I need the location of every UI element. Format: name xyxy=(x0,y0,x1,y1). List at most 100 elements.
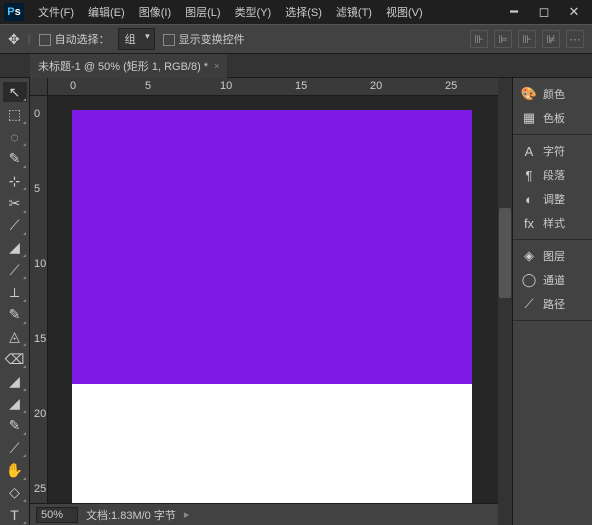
panel-group: A字符 ¶ 段落 ◐调整fx样式 xyxy=(513,135,592,240)
panel-tab[interactable]: A字符 xyxy=(513,139,592,163)
autoselect-checkbox[interactable]: 自动选择： xyxy=(39,31,110,47)
tool-button[interactable]: ⌫ xyxy=(3,349,27,369)
tool-button[interactable]: ⟋ xyxy=(3,438,27,458)
tool-button[interactable]: ✂ xyxy=(3,193,27,213)
panel-icon: ▦ xyxy=(521,111,537,125)
title-bar: Ps 文件(F)编辑(E)图像(I)图层(L)类型(Y)选择(S)滤镜(T)视图… xyxy=(0,0,592,24)
tool-button[interactable]: ◬ xyxy=(3,327,27,347)
menu-item[interactable]: 选择(S) xyxy=(279,1,328,23)
document-tab[interactable]: 未标题-1 @ 50% (矩形 1, RGB/8) * × xyxy=(30,54,227,78)
options-bar: ✥ | 自动选择： 组 显示变换控件 ⊪ ⊫ ⊪ ⊯ ⋯ xyxy=(0,24,592,54)
scrollbar-thumb[interactable] xyxy=(499,208,511,298)
tool-button[interactable]: ⟂ xyxy=(3,282,27,302)
status-chevron-icon[interactable]: ▸ xyxy=(184,508,190,521)
ruler-tick: 10 xyxy=(220,80,232,92)
panel-tab[interactable]: ◯通道 xyxy=(513,268,592,292)
document-canvas[interactable] xyxy=(72,110,472,503)
panel-label: 色板 xyxy=(543,110,565,126)
menu-item[interactable]: 图层(L) xyxy=(179,1,226,23)
canvas-viewport[interactable] xyxy=(48,96,498,503)
align-center-icon[interactable]: ⊫ xyxy=(494,30,512,48)
panel-tab[interactable]: fx样式 xyxy=(513,211,592,235)
ruler-tick: 15 xyxy=(295,80,307,92)
tool-button[interactable]: ◌ xyxy=(3,127,27,147)
panel-icon: 🎨 xyxy=(521,87,537,101)
menu-item[interactable]: 视图(V) xyxy=(380,1,429,23)
app-logo: Ps xyxy=(4,3,24,21)
tool-button[interactable]: ⊹ xyxy=(3,171,27,191)
tool-button[interactable]: ✎ xyxy=(3,416,27,436)
panel-scrollbar[interactable] xyxy=(498,78,512,525)
toolbox: ↖⬚◌✎⊹✂⟋◢⟋⟂✎◬⌫◢◢✎⟋✋◇T xyxy=(0,78,30,525)
ruler-tick: 0 xyxy=(34,108,40,120)
panel-label: 段落 xyxy=(543,167,565,183)
panel-label: 调整 xyxy=(543,191,565,207)
tool-button[interactable]: ◢ xyxy=(3,238,27,258)
rectangle-shape[interactable] xyxy=(72,110,472,384)
menu-item[interactable]: 文件(F) xyxy=(32,1,80,23)
panel-group: 🎨颜色 ▦ 色板 xyxy=(513,78,592,135)
align-buttons: ⊪ ⊫ ⊪ ⊯ ⋯ xyxy=(470,30,584,48)
doc-size-label: 文档:1.83M/0 字节 xyxy=(86,507,176,523)
horizontal-ruler[interactable]: 0 5 10 15 20 25 xyxy=(48,78,498,96)
panel-label: 路径 xyxy=(543,296,565,312)
menu-item[interactable]: 滤镜(T) xyxy=(330,1,378,23)
tool-button[interactable]: T xyxy=(3,505,27,525)
tool-button[interactable]: ⬚ xyxy=(3,104,27,124)
transform-checkbox[interactable]: 显示变换控件 xyxy=(163,31,245,47)
align-right-icon[interactable]: ⊪ xyxy=(518,30,536,48)
panel-group: ◈图层◯通道 ⟋ 路径 xyxy=(513,240,592,321)
tool-button[interactable]: ↖ xyxy=(3,82,27,102)
menu-item[interactable]: 类型(Y) xyxy=(229,1,278,23)
panel-tab[interactable]: ◈图层 xyxy=(513,244,592,268)
panel-label: 样式 xyxy=(543,215,565,231)
ruler-tick: 15 xyxy=(34,333,46,345)
ruler-origin[interactable] xyxy=(30,78,48,96)
distribute-icon[interactable]: ⊯ xyxy=(542,30,560,48)
maximize-button[interactable]: ◻ xyxy=(530,3,558,21)
panels-dock: 🎨颜色 ▦ 色板 A字符 ¶ 段落 ◐调整fx样式 ◈图层◯通道 ⟋ 路径 xyxy=(512,78,592,525)
close-button[interactable]: ✕ xyxy=(560,3,588,21)
divider: | xyxy=(28,33,31,45)
ruler-tick: 10 xyxy=(34,258,46,270)
canvas-area: 0510152025 0510152025 50% 文档:1.83M/0 字节 … xyxy=(30,78,498,525)
tool-button[interactable]: ✎ xyxy=(3,305,27,325)
panel-icon: ⟋ xyxy=(521,297,537,311)
panel-icon: ◯ xyxy=(521,273,537,287)
panel-label: 图层 xyxy=(543,248,565,264)
panel-icon: A xyxy=(521,144,537,158)
tool-button[interactable]: ◇ xyxy=(3,483,27,503)
tab-close-icon[interactable]: × xyxy=(214,61,219,71)
ruler-tick: 25 xyxy=(445,80,457,92)
tool-button[interactable]: ◢ xyxy=(3,371,27,391)
ruler-tick: 0 xyxy=(70,80,76,92)
autoselect-dropdown[interactable]: 组 xyxy=(118,28,155,50)
tool-button[interactable]: ◢ xyxy=(3,394,27,414)
panel-tab[interactable]: 🎨颜色 xyxy=(513,82,592,106)
minimize-button[interactable]: ━ xyxy=(500,3,528,21)
ruler-tick: 20 xyxy=(370,80,382,92)
move-tool-icon: ✥ xyxy=(8,31,20,48)
tool-button[interactable]: ⟋ xyxy=(3,260,27,280)
tool-button[interactable]: ✋ xyxy=(3,460,27,480)
align-left-icon[interactable]: ⊪ xyxy=(470,30,488,48)
panel-tab[interactable]: ▦ 色板 xyxy=(513,106,592,130)
panel-tab[interactable]: ⟋ 路径 xyxy=(513,292,592,316)
tool-button[interactable]: ⟋ xyxy=(3,216,27,236)
zoom-input[interactable]: 50% xyxy=(36,507,78,523)
menu-item[interactable]: 图像(I) xyxy=(133,1,177,23)
panel-icon: ¶ xyxy=(521,168,537,182)
ruler-tick: 20 xyxy=(34,408,46,420)
menu-bar: 文件(F)编辑(E)图像(I)图层(L)类型(Y)选择(S)滤镜(T)视图(V) xyxy=(32,1,429,23)
menu-item[interactable]: 编辑(E) xyxy=(82,1,131,23)
tab-title: 未标题-1 @ 50% (矩形 1, RGB/8) * xyxy=(38,58,208,74)
panel-tab[interactable]: ◐调整 xyxy=(513,187,592,211)
vertical-ruler[interactable]: 0 5 10 15 20 25 xyxy=(30,96,48,503)
panel-tab[interactable]: ¶ 段落 xyxy=(513,163,592,187)
tool-button[interactable]: ✎ xyxy=(3,149,27,169)
more-icon[interactable]: ⋯ xyxy=(566,30,584,48)
document-tabs: 未标题-1 @ 50% (矩形 1, RGB/8) * × xyxy=(0,54,592,78)
ruler-tick: 25 xyxy=(34,483,46,495)
ruler-tick: 5 xyxy=(145,80,151,92)
ruler-tick: 5 xyxy=(34,183,40,195)
